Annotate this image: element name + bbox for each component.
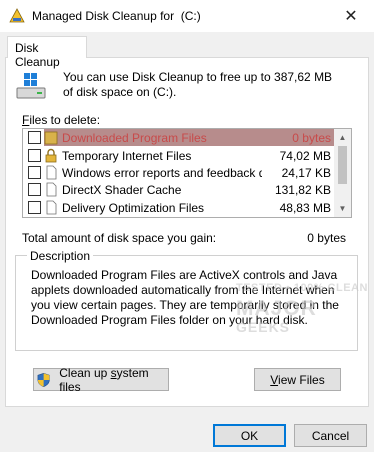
item-size: 131,82 KB	[274, 183, 331, 197]
list-item[interactable]: Windows error reports and feedback d... …	[23, 164, 335, 181]
uac-shield-icon	[37, 372, 50, 387]
view-files-label: View Files	[270, 372, 325, 387]
item-size: 24,17 KB	[281, 166, 331, 180]
drive-icon	[16, 73, 46, 99]
clean-up-label: Clean up system files	[59, 365, 149, 394]
lock-icon	[45, 148, 57, 163]
tab-disk-cleanup[interactable]: Disk Cleanup	[7, 36, 87, 69]
item-size: 48,83 MB	[279, 201, 331, 215]
item-size: 0 bytes	[292, 131, 331, 145]
document-icon	[46, 182, 57, 197]
checkbox[interactable]	[28, 183, 41, 196]
description-text: Downloaded Program Files are ActiveX con…	[31, 268, 339, 327]
checkbox[interactable]	[28, 166, 41, 179]
document-icon	[46, 200, 57, 215]
list-scrollbar[interactable]: ▲ ▼	[334, 129, 351, 217]
item-name: Delivery Optimization Files	[62, 201, 205, 215]
cancel-button[interactable]: Cancel	[294, 424, 367, 447]
list-item[interactable]: Downloaded Program Files 0 bytes	[23, 129, 335, 146]
item-name: DirectX Shader Cache	[62, 183, 182, 197]
close-icon: ✕	[344, 8, 358, 25]
checkbox[interactable]	[28, 201, 41, 214]
files-to-delete-label: Files to delete:	[22, 113, 101, 127]
scrollbar-thumb[interactable]	[338, 146, 347, 184]
list-item[interactable]: DirectX Shader Cache 131,82 KB	[23, 181, 335, 198]
scroll-up-icon[interactable]: ▲	[334, 129, 351, 146]
item-name: Windows error reports and feedback d...	[62, 166, 262, 180]
files-listbox[interactable]: Downloaded Program Files 0 bytes Tempora…	[22, 128, 352, 218]
item-name: Temporary Internet Files	[62, 149, 192, 163]
disk-cleanup-app-icon	[9, 8, 25, 23]
window-title: Managed Disk Cleanup for (C:)	[32, 9, 201, 23]
intro-text: You can use Disk Cleanup to free up to 3…	[63, 70, 333, 99]
item-name: Downloaded Program Files	[62, 131, 207, 145]
close-button[interactable]: ✕	[328, 0, 374, 32]
checkbox[interactable]	[28, 131, 41, 144]
total-value: 0 bytes	[307, 231, 346, 245]
description-title: Description	[27, 249, 94, 263]
clean-up-system-files-button[interactable]: Clean up system files	[33, 365, 169, 394]
checkbox[interactable]	[28, 149, 41, 162]
list-item[interactable]: Delivery Optimization Files 48,83 MB	[23, 199, 335, 216]
total-label: Total amount of disk space you gain:	[22, 231, 217, 245]
list-item[interactable]: Temporary Internet Files 74,02 MB	[23, 147, 335, 164]
document-icon	[46, 165, 57, 180]
title-bar: Managed Disk Cleanup for (C:) ✕	[0, 0, 374, 32]
folder-icon	[44, 131, 58, 145]
tab-label: Disk Cleanup	[15, 41, 60, 69]
ok-button[interactable]: OK	[213, 424, 286, 447]
scroll-down-icon[interactable]: ▼	[334, 200, 351, 217]
item-size: 74,02 MB	[279, 149, 331, 163]
view-files-button[interactable]: View Files	[254, 368, 341, 391]
